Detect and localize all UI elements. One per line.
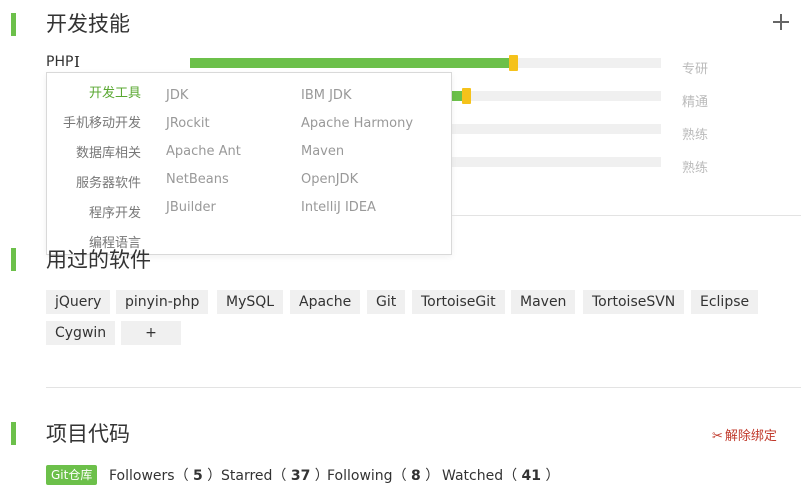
software-tag[interactable]: Cygwin <box>46 321 116 345</box>
option-jdk[interactable]: JDK <box>166 88 188 103</box>
starred-stat[interactable]: Starred（ 37 ） <box>221 465 329 485</box>
followers-count: 5 <box>193 468 203 484</box>
skills-section-title: 开发技能 <box>46 12 130 36</box>
skill-level-1: 专研 <box>682 62 709 77</box>
category-mobile-dev[interactable]: 手机移动开发 <box>63 112 141 131</box>
category-server-software[interactable]: 服务器软件 <box>76 172 141 191</box>
option-apache-ant[interactable]: Apache Ant <box>166 144 241 159</box>
option-jbuilder[interactable]: JBuilder <box>166 200 216 215</box>
option-apache-harmony[interactable]: Apache Harmony <box>301 116 413 131</box>
followers-stat[interactable]: Followers（ 5 ） <box>109 465 221 485</box>
watched-stat[interactable]: Watched（ 41 ） <box>442 465 559 485</box>
projects-section-title: 项目代码 <box>46 422 130 446</box>
option-ibm-jdk[interactable]: IBM JDK <box>301 88 351 103</box>
option-intellij-idea[interactable]: IntelliJ IDEA <box>301 200 376 215</box>
git-repo-badge: Git仓库 <box>46 465 98 485</box>
add-software-button[interactable]: + <box>121 321 181 345</box>
option-openjdk[interactable]: OpenJDK <box>301 172 358 187</box>
unlink-icon: ✂ <box>712 429 723 444</box>
skill-handle-2[interactable] <box>462 88 471 104</box>
option-netbeans[interactable]: NetBeans <box>166 172 229 187</box>
skill-handle-1[interactable] <box>509 55 518 71</box>
section-accent-bar <box>11 13 16 36</box>
skill-dropdown: 开发工具 手机移动开发 数据库相关 服务器软件 程序开发 编程语言 JDK JR… <box>46 72 452 255</box>
skill-level-2: 精通 <box>682 95 709 110</box>
section-divider <box>46 387 801 388</box>
software-tag[interactable]: Git <box>367 290 406 314</box>
unbind-link[interactable]: ✂ 解除绑定 <box>712 425 777 444</box>
text-cursor-icon: I <box>74 53 80 71</box>
software-tag[interactable]: MySQL <box>217 290 284 314</box>
category-dev-tools[interactable]: 开发工具 <box>89 82 141 101</box>
software-tag[interactable]: TortoiseSVN <box>583 290 685 314</box>
software-tag[interactable]: Eclipse <box>691 290 759 314</box>
software-tag[interactable]: pinyin-php <box>116 290 209 314</box>
software-tag[interactable]: TortoiseGit <box>412 290 505 314</box>
watched-count: 41 <box>521 468 542 484</box>
category-database[interactable]: 数据库相关 <box>76 142 141 161</box>
skill-name-php[interactable]: PHP <box>46 54 73 70</box>
software-tag[interactable]: Apache <box>290 290 361 314</box>
software-tag[interactable]: Maven <box>511 290 576 314</box>
following-count: 8 <box>411 468 421 484</box>
starred-count: 37 <box>290 468 311 484</box>
skill-bar-1[interactable] <box>190 55 661 71</box>
following-stat[interactable]: Following（ 8 ） <box>327 465 439 485</box>
option-jrockit[interactable]: JRockit <box>166 116 210 131</box>
skill-level-4: 熟练 <box>682 161 709 176</box>
unbind-label: 解除绑定 <box>724 429 777 444</box>
section-divider <box>452 215 801 216</box>
software-tag[interactable]: jQuery <box>46 290 111 314</box>
add-skill-icon[interactable] <box>773 14 789 30</box>
skill-fill-1 <box>190 58 510 68</box>
category-program-dev[interactable]: 程序开发 <box>89 202 141 221</box>
option-maven[interactable]: Maven <box>301 144 344 159</box>
section-accent-bar <box>11 422 16 445</box>
section-accent-bar <box>11 248 16 271</box>
software-section-title: 用过的软件 <box>46 248 151 272</box>
skill-level-3: 熟练 <box>682 128 709 143</box>
